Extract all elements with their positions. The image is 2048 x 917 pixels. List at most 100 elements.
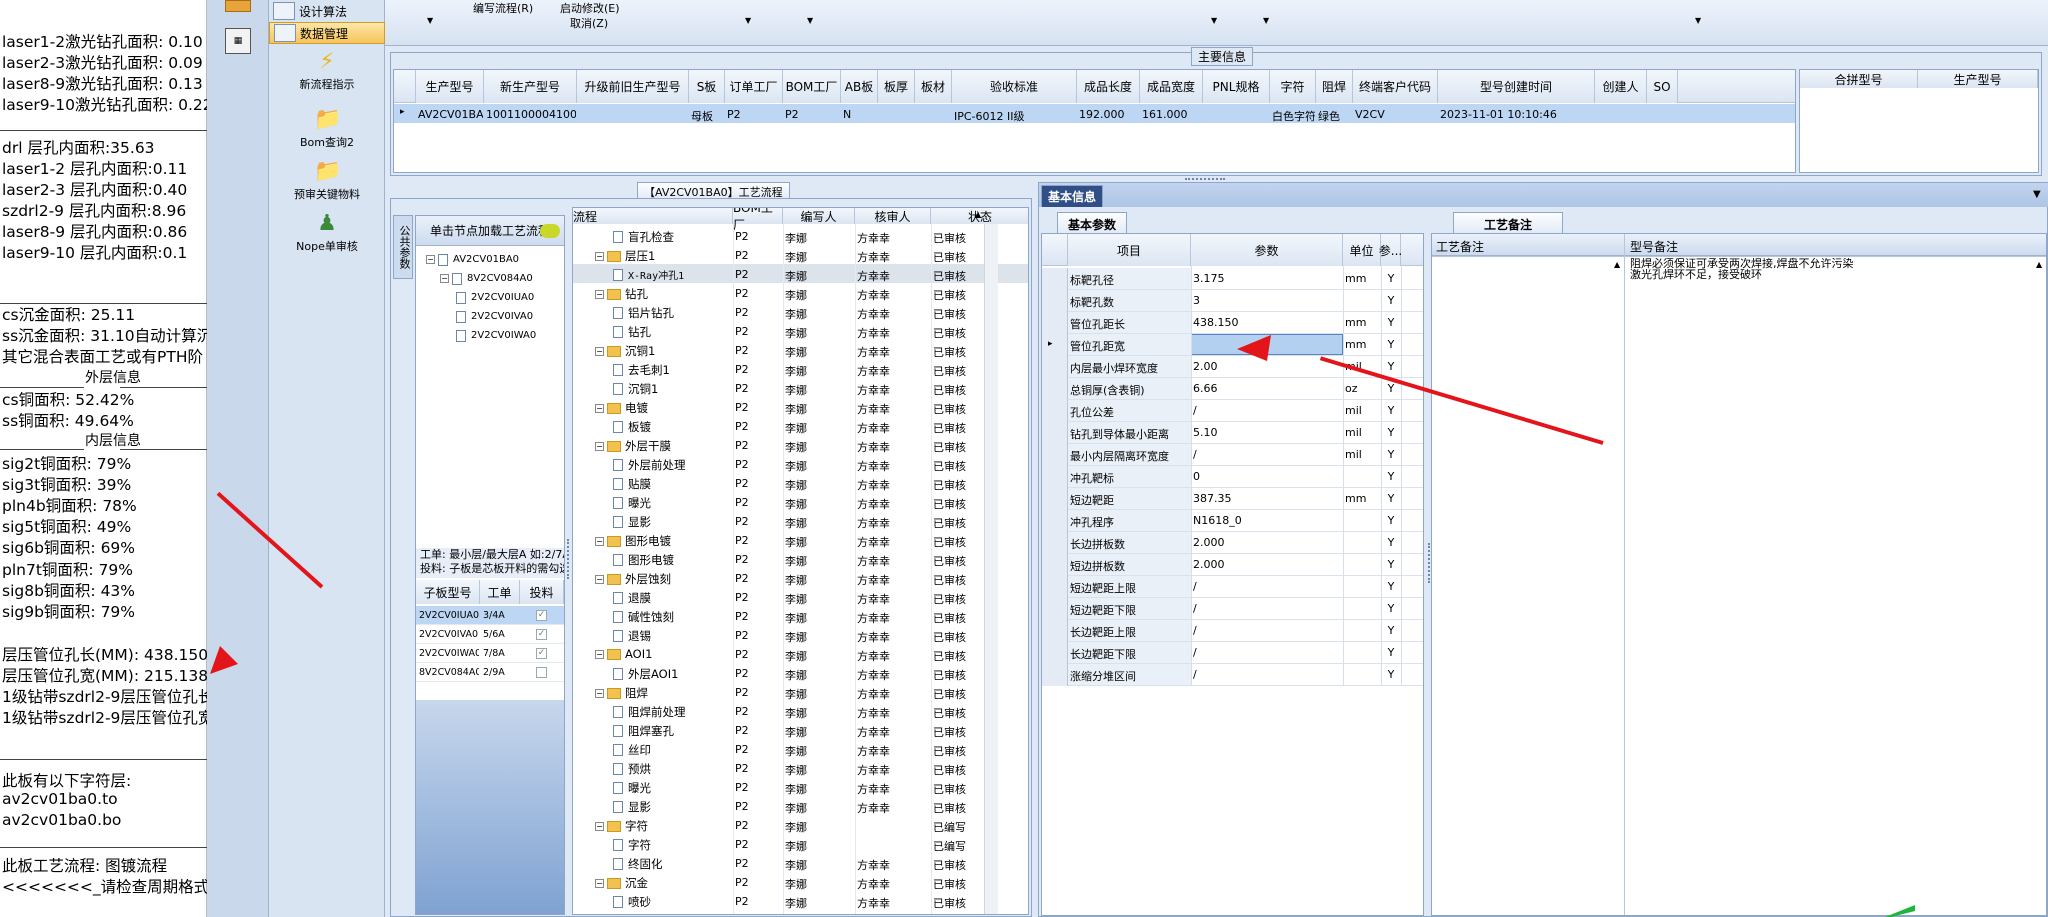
table-row[interactable]: 碱性蚀刻 P2 李娜 方幸幸 已审核	[573, 606, 1028, 625]
table-row[interactable]: 丝印 P2 李娜 方幸幸 已审核	[573, 739, 1028, 758]
table-row[interactable]: − 沉铜1 P2 李娜 方幸幸 已审核	[573, 340, 1028, 359]
table-row[interactable]: 退膜 P2 李娜 方幸幸 已审核	[573, 587, 1028, 606]
table-cell[interactable]: 母板	[691, 108, 724, 124]
column-header[interactable]: BOM工厂	[733, 208, 783, 232]
table-row[interactable]: 图形电镀 P2 李娜 方幸幸 已审核	[573, 549, 1028, 568]
collapse-icon[interactable]: −	[595, 403, 604, 413]
param-value-cell[interactable]: /	[1191, 642, 1343, 663]
column-header[interactable]: 创建人	[1595, 70, 1647, 103]
table-row[interactable]: 曝光 P2 李娜 方幸幸 已审核	[573, 492, 1028, 511]
collapse-icon[interactable]: −	[595, 688, 604, 698]
table-cell[interactable]: AV2CV01BA0	[418, 108, 483, 121]
table-row[interactable]: − 外层干膜 P2 李娜 方幸幸 已审核	[573, 435, 1028, 454]
table-row[interactable]: 短边靶距下限 / Y	[1042, 598, 1423, 620]
table-cell[interactable]: IPC-6012 II级	[954, 108, 1076, 124]
table-row[interactable]: − 字符 P2 李娜 已编写	[573, 815, 1028, 834]
column-header[interactable]: 终端客户代码	[1353, 70, 1438, 103]
collapse-icon[interactable]: −	[595, 649, 604, 659]
table-row[interactable]: 显影 P2 李娜 方幸幸 已审核	[573, 796, 1028, 815]
table-cell[interactable]: 绿色	[1318, 108, 1352, 124]
column-header[interactable]: 单位	[1343, 234, 1381, 266]
column-header[interactable]: 子板型号	[416, 580, 480, 604]
table-row[interactable]: 标靶孔径 3.175 mm Y	[1042, 268, 1423, 290]
column-header[interactable]: PNL规格	[1203, 70, 1270, 103]
collapse-icon[interactable]: −	[595, 536, 604, 546]
collapse-icon[interactable]: −	[595, 821, 604, 831]
column-header[interactable]: 订单工厂	[725, 70, 783, 103]
column-header[interactable]: 项目	[1068, 234, 1191, 266]
dropdown-arrow-icon[interactable]: ▼	[1695, 16, 1701, 25]
dropdown-arrow-icon[interactable]: ▼	[745, 16, 751, 25]
start-modify-button[interactable]: 启动修改(E)	[560, 0, 620, 16]
table-cell[interactable]: N	[843, 108, 877, 121]
column-header[interactable]: 生产型号	[1918, 70, 2038, 88]
table-row[interactable]: ▸AV2CV01BA010011000041000母板P2P2NIPC-6012…	[394, 104, 1795, 123]
table-cell[interactable]: 10011000041000	[486, 108, 576, 121]
table-row[interactable]: 总铜厚(含表铜) 6.66 oz Y	[1042, 378, 1423, 400]
tree-node[interactable]: − AV2CV01BA0	[426, 250, 519, 269]
table-row[interactable]: 孔位公差 / mil Y	[1042, 400, 1423, 422]
dropdown-arrow-icon[interactable]: ▼	[1263, 16, 1269, 25]
table-row[interactable]: 钻孔 P2 李娜 方幸幸 已审核	[573, 321, 1028, 340]
table-row[interactable]: 涨缩分堆区间 / Y	[1042, 664, 1423, 686]
collapse-icon[interactable]: −	[595, 878, 604, 888]
edit-flow-button[interactable]: 编写流程(R)	[473, 0, 533, 16]
checkbox[interactable]	[536, 667, 547, 678]
table-row[interactable]: 盲孔检查 P2 李娜 方幸幸 已审核	[573, 226, 1028, 245]
column-header[interactable]: 核审人	[855, 208, 931, 224]
table-row[interactable]: 曝光 P2 李娜 方幸幸 已审核	[573, 777, 1028, 796]
table-row[interactable]: 字符 P2 李娜 已编写	[573, 834, 1028, 853]
param-value-cell[interactable]: 2.000	[1191, 554, 1343, 575]
table-row[interactable]: − 电镀 P2 李娜 方幸幸 已审核	[573, 397, 1028, 416]
param-value-cell[interactable]: /	[1191, 444, 1343, 465]
table-cell[interactable]: 2023-11-01 10:10:46	[1440, 108, 1594, 121]
nav-item-data-manage[interactable]: 数据管理	[269, 22, 385, 44]
bom-query-button[interactable]: 📁 Bom查询2	[269, 108, 385, 150]
tree-node[interactable]: 2V2CV0IWA0	[456, 326, 536, 345]
table-row[interactable]: 外层前处理 P2 李娜 方幸幸 已审核	[573, 454, 1028, 473]
collapse-icon[interactable]: −	[595, 251, 604, 261]
tree-node[interactable]: 2V2CV0IVA0	[456, 307, 533, 326]
dropdown-arrow-icon[interactable]: ▼	[427, 16, 433, 25]
table-row[interactable]: 去毛刺1 P2 李娜 方幸幸 已审核	[573, 359, 1028, 378]
param-value-cell[interactable]: N1618_0	[1191, 510, 1343, 531]
scroll-up-icon[interactable]: ▲	[975, 210, 981, 219]
table-row[interactable]: 终固化 P2 李娜 方幸幸 已审核	[573, 853, 1028, 872]
collapse-icon[interactable]: −	[440, 274, 449, 283]
table-row[interactable]: 最小内层隔离环宽度 / mil Y	[1042, 444, 1423, 466]
column-header[interactable]: BOM工厂	[783, 70, 841, 103]
table-row[interactable]: 8V2CV084A0 2/9A	[416, 663, 564, 682]
process-remark-text[interactable]: 阻焊必须保证可承受两次焊接,焊盘不允许污染	[1630, 258, 1854, 269]
param-value-cell[interactable]: 5.10	[1191, 422, 1343, 443]
tab-basic-info[interactable]: 基本信息	[1041, 185, 1104, 207]
table-row[interactable]: X-Ray冲孔1 P2 李娜 方幸幸 已审核	[573, 264, 1028, 283]
scroll-up-icon[interactable]: ▲	[2036, 260, 2042, 269]
table-row[interactable]: 预烘 P2 李娜 方幸幸 已审核	[573, 758, 1028, 777]
column-header[interactable]: 型号创建时间	[1438, 70, 1595, 103]
dropdown-arrow-icon[interactable]: ▼	[1211, 16, 1217, 25]
vertical-scrollbar[interactable]	[984, 224, 998, 914]
column-header[interactable]: S板	[689, 70, 725, 103]
param-value-cell[interactable]: /	[1191, 400, 1343, 421]
table-cell[interactable]: 192.000	[1079, 108, 1139, 121]
collapse-icon[interactable]: −	[595, 574, 604, 584]
table-row[interactable]: − AOI1 P2 李娜 方幸幸 已审核	[573, 644, 1028, 663]
table-row[interactable]: 退锡 P2 李娜 方幸幸 已审核	[573, 625, 1028, 644]
collapse-icon[interactable]: −	[426, 255, 435, 264]
checkbox[interactable]: ✓	[536, 610, 547, 621]
collapse-icon[interactable]: −	[595, 346, 604, 356]
table-cell[interactable]: V2CV	[1355, 108, 1437, 121]
column-header[interactable]: 成品宽度	[1140, 70, 1203, 103]
column-header[interactable]: 阻焊	[1316, 70, 1353, 103]
dropdown-arrow-icon[interactable]: ▼	[807, 16, 813, 25]
tree-node[interactable]: 2V2CV0IUA0	[456, 288, 534, 307]
table-cell[interactable]: P2	[785, 108, 840, 121]
table-row[interactable]: 内层最小焊环宽度2.00milY	[1042, 356, 1423, 378]
tab-common-params[interactable]: 公共参数	[393, 215, 413, 279]
table-row[interactable]: 阻焊前处理 P2 李娜 方幸幸 已审核	[573, 701, 1028, 720]
table-row[interactable]: 冲孔程序 N1618_0 Y	[1042, 510, 1423, 532]
collapse-icon[interactable]: ▼	[2033, 189, 2041, 200]
table-row[interactable]: − 沉金 P2 李娜 方幸幸 已审核	[573, 872, 1028, 891]
table-row[interactable]: 长边靶距上限 / Y	[1042, 620, 1423, 642]
model-remark-text[interactable]: 激光孔焊环不足，接受破环	[1630, 269, 1762, 280]
